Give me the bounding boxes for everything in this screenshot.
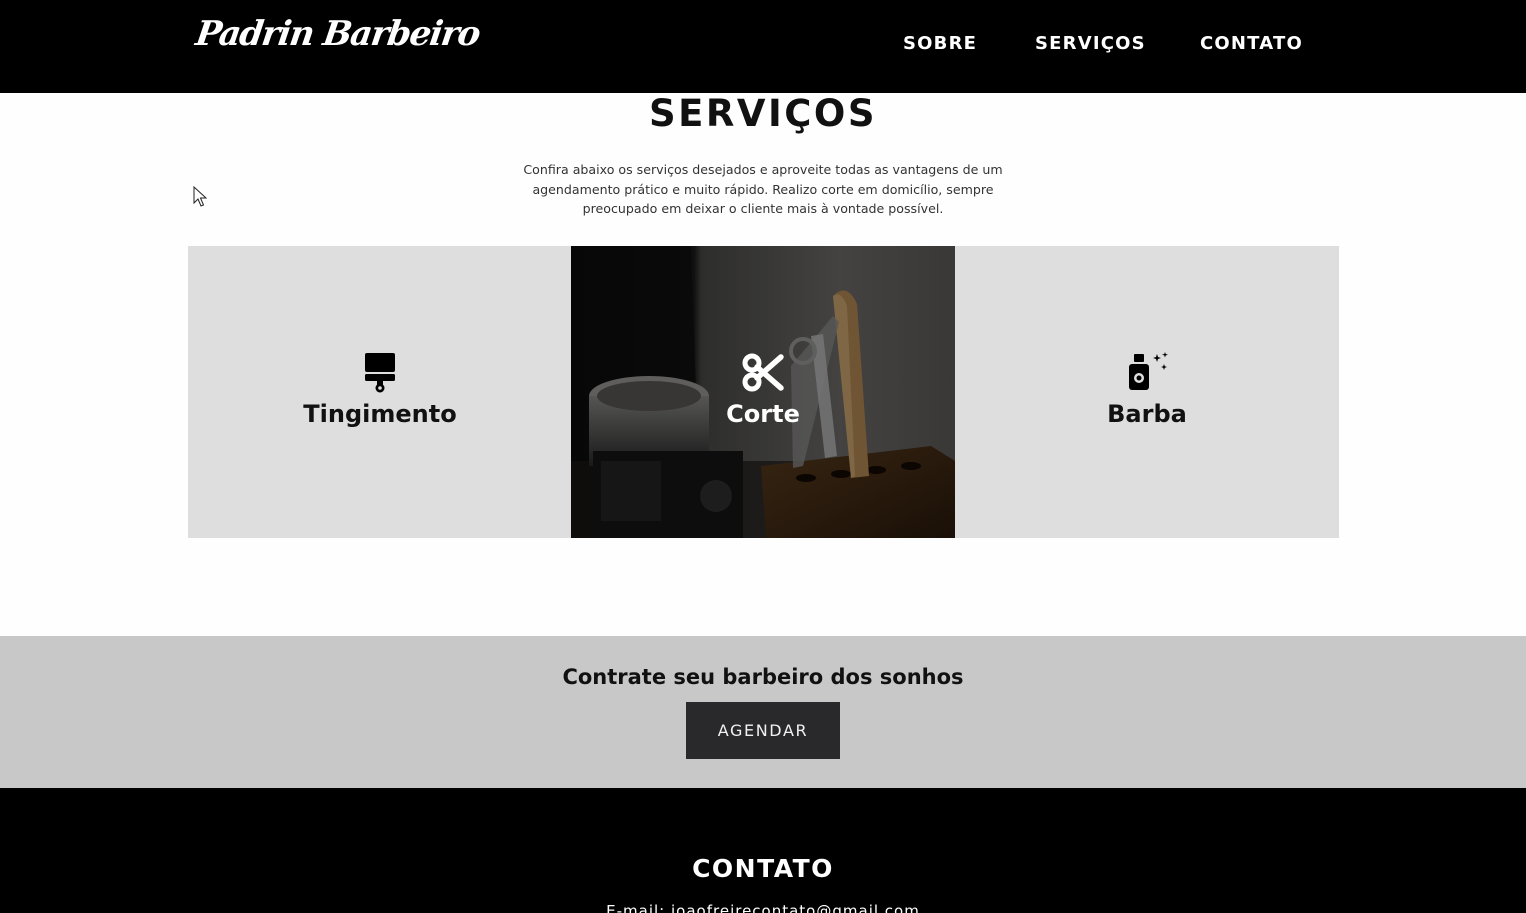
service-label: Tingimento	[303, 400, 457, 428]
cta-title: Contrate seu barbeiro dos sonhos	[562, 665, 964, 689]
nav-contato[interactable]: CONTATO	[1200, 33, 1303, 54]
service-card-barba[interactable]: Barba	[955, 246, 1339, 538]
paint-brush-icon	[365, 353, 395, 393]
footer-email[interactable]: E-mail: joaofreirecontato@gmail.com	[0, 902, 1526, 913]
section-description: Confira abaixo os serviços desejados e a…	[523, 162, 1003, 216]
footer-title: CONTATO	[692, 854, 834, 883]
service-label: Corte	[726, 400, 800, 428]
site-header: Padrin Barbeiro SOBRE SERVIÇOS CONTATO	[0, 0, 1526, 93]
nav-sobre[interactable]: SOBRE	[903, 33, 977, 54]
spray-bottle-icon	[1129, 352, 1168, 390]
mouse-cursor-icon	[193, 186, 207, 207]
nav-servicos[interactable]: SERVIÇOS	[1035, 33, 1146, 54]
service-card-tingimento[interactable]: Tingimento	[188, 246, 572, 538]
logo[interactable]: Padrin Barbeiro	[193, 14, 482, 54]
service-label: Barba	[1107, 400, 1187, 428]
agendar-button[interactable]: AGENDAR	[686, 702, 840, 759]
scissors-icon	[742, 353, 784, 392]
section-title: SERVIÇOS	[648, 92, 878, 135]
service-card-corte[interactable]: Corte	[571, 246, 955, 538]
cta-band: Contrate seu barbeiro dos sonhos AGENDAR	[0, 636, 1526, 788]
contact-footer: CONTATO E-mail: joaofreirecontato@gmail.…	[0, 788, 1526, 913]
